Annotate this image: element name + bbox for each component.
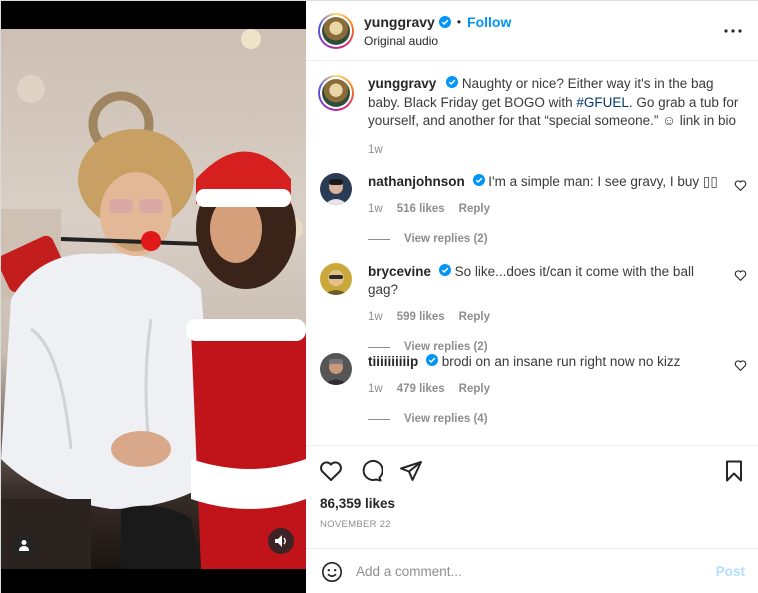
comment-text: I'm a simple man: I see gravy, I buy ▯▯ <box>488 174 718 189</box>
share-icon[interactable] <box>398 458 424 484</box>
comment-heart-icon[interactable] <box>734 269 748 283</box>
comment-likes[interactable]: 516 likes <box>397 203 445 215</box>
reply-button[interactable]: Reply <box>459 203 490 215</box>
audio-link[interactable]: Original audio <box>364 34 511 48</box>
follow-button[interactable]: Follow <box>467 14 511 30</box>
post-date: NOVEMBER 22 <box>320 519 391 530</box>
emoji-icon[interactable] <box>320 560 344 584</box>
view-replies-label: View replies (2) <box>404 341 488 353</box>
comment-username[interactable]: tiiiiiiiiiip <box>368 354 418 369</box>
comment-icon[interactable] <box>358 458 384 484</box>
caption-username[interactable]: yunggravy <box>368 76 436 91</box>
more-options-icon[interactable] <box>721 21 745 41</box>
post-dialog: yunggravy • Follow Original audio yunggr… <box>0 0 758 593</box>
verified-badge-icon <box>438 264 451 276</box>
author-avatar[interactable] <box>318 12 354 49</box>
verified-badge-icon <box>472 174 485 186</box>
comment-time: 1w <box>368 203 383 215</box>
view-replies-button[interactable]: View replies (2) <box>368 233 750 245</box>
comment-item: tiiiiiiiiiip brodi on an insane run righ… <box>320 353 750 425</box>
view-replies-label: View replies (4) <box>404 413 488 425</box>
user-tag-icon[interactable] <box>11 532 37 558</box>
post-comment-button[interactable]: Post <box>716 564 745 579</box>
commenter-avatar[interactable] <box>320 173 352 205</box>
comment-text: brodi on an insane run right now no kizz <box>441 354 681 369</box>
view-replies-button[interactable]: View replies (4) <box>368 413 750 425</box>
view-replies-button[interactable]: View replies (2) <box>368 341 750 353</box>
post-header: yunggravy • Follow Original audio <box>306 1 758 61</box>
caption-time: 1w <box>368 143 383 156</box>
view-replies-label: View replies (2) <box>404 233 488 245</box>
comment-time: 1w <box>368 383 383 395</box>
post-sidebar: yunggravy • Follow Original audio yunggr… <box>306 1 758 593</box>
caption-hashtag[interactable]: #GFUEL <box>576 95 629 110</box>
comment-composer: Post <box>306 548 758 593</box>
separator-dot: • <box>456 14 462 29</box>
comment-username[interactable]: brycevine <box>368 264 431 279</box>
comment-heart-icon[interactable] <box>734 179 748 193</box>
commenter-avatar[interactable] <box>320 263 352 295</box>
author-username[interactable]: yunggravy <box>364 14 435 30</box>
verified-badge-icon <box>438 15 451 28</box>
caption: yunggravy Naughty or nice? Either way it… <box>318 75 748 159</box>
reply-button[interactable]: Reply <box>459 383 490 395</box>
comment-item: nathanjohnson I'm a simple man: I see gr… <box>320 173 750 245</box>
verified-badge-icon <box>446 76 459 88</box>
like-count[interactable]: 86,359 likes <box>320 496 395 511</box>
bookmark-icon[interactable] <box>721 458 747 484</box>
video-frame[interactable] <box>1 29 306 569</box>
sound-icon[interactable] <box>268 528 294 554</box>
comment-item: brycevine So like...does it/can it come … <box>320 263 750 353</box>
post-media[interactable] <box>1 1 306 593</box>
commenter-avatar[interactable] <box>320 353 352 385</box>
video-still-image <box>1 29 306 569</box>
post-actions: 86,359 likes NOVEMBER 22 <box>306 445 758 548</box>
reply-button[interactable]: Reply <box>459 311 490 323</box>
comment-username[interactable]: nathanjohnson <box>368 174 465 189</box>
comments-section[interactable]: yunggravy Naughty or nice? Either way it… <box>306 61 758 445</box>
comment-heart-icon[interactable] <box>734 359 748 373</box>
verified-badge-icon <box>426 354 439 366</box>
heart-icon[interactable] <box>318 458 344 484</box>
caption-avatar[interactable] <box>318 75 354 111</box>
comment-input[interactable] <box>356 564 716 579</box>
comment-likes[interactable]: 479 likes <box>397 383 445 395</box>
comment-time: 1w <box>368 311 383 323</box>
comment-likes[interactable]: 599 likes <box>397 311 445 323</box>
